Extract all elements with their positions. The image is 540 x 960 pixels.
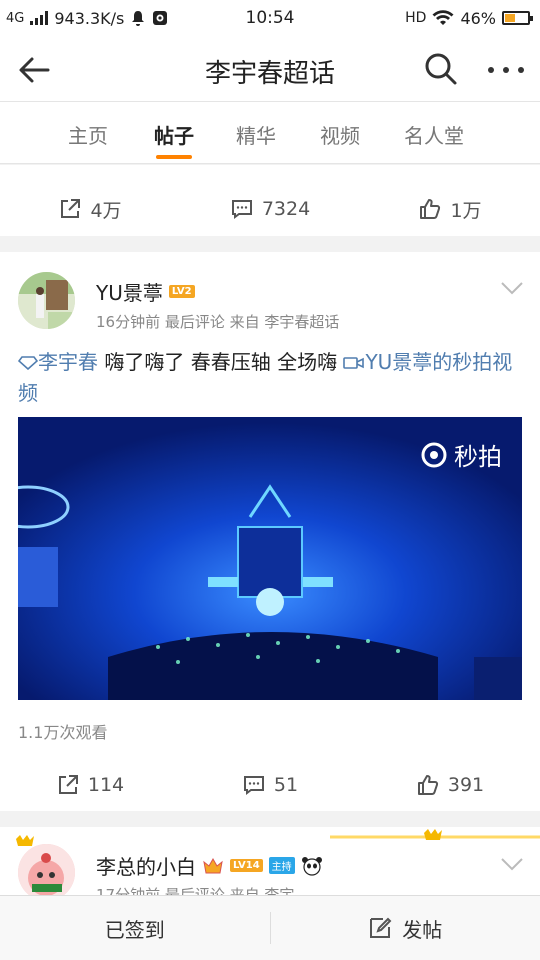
watermark-text: 秒拍 <box>454 443 502 471</box>
network-type: 4G <box>6 10 25 26</box>
battery-percent: 46% <box>460 8 496 28</box>
checked-in-button[interactable]: 已签到 <box>0 896 270 960</box>
repost-button[interactable]: 4万 <box>0 181 180 237</box>
comment-icon <box>231 200 252 219</box>
app-notification-icon <box>153 11 168 25</box>
like-count: 1万 <box>450 199 482 222</box>
video-camera-icon <box>343 357 365 369</box>
checked-in-label: 已签到 <box>104 917 165 942</box>
post-meta: 16分钟前 最后评论 来自 李宇春超话 <box>96 313 340 331</box>
author-name-row: YU景葶 LV2 <box>96 277 195 306</box>
level-badge: LV14 <box>230 859 263 872</box>
view-count: 1.1万次观看 <box>18 723 108 742</box>
comment-icon <box>243 776 264 795</box>
notification-bell-icon <box>132 11 145 26</box>
tab-posts[interactable]: 帖子 <box>154 120 194 149</box>
prev-post-card: 4万 7324 1万 <box>0 165 540 236</box>
thumbs-up-icon <box>417 775 438 795</box>
avatar[interactable] <box>18 272 75 329</box>
level-badge: LV2 <box>168 285 195 298</box>
wifi-icon <box>432 10 454 25</box>
like-button[interactable]: 1万 <box>360 181 540 237</box>
thumbs-up-icon <box>420 199 441 219</box>
hd-indicator: HD <box>405 10 427 26</box>
host-badge: 主持 <box>268 857 295 874</box>
like-count: 391 <box>447 774 485 796</box>
active-tab-indicator <box>156 155 192 159</box>
diamond-icon <box>17 356 39 371</box>
video-player[interactable]: 秒拍 <box>18 417 522 700</box>
repost-count: 4万 <box>90 199 122 222</box>
edit-icon <box>370 917 392 938</box>
topic-mention-link[interactable]: 李宇春 <box>17 350 98 374</box>
status-bar: 4G 943.3K/s 10:54 HD 46% <box>0 0 540 36</box>
page-title: 李宇春超话 <box>204 59 335 89</box>
status-right: HD 46% <box>405 8 533 28</box>
network-speed: 943.3K/s <box>54 8 125 28</box>
tab-featured[interactable]: 精华 <box>236 120 276 149</box>
arrow-left-icon[interactable] <box>16 52 52 88</box>
comment-count: 7324 <box>261 198 311 220</box>
tab-home[interactable]: 主页 <box>68 120 108 149</box>
compose-post-label: 发帖 <box>402 917 443 942</box>
comment-button[interactable]: 7324 <box>180 181 360 237</box>
author-name[interactable]: YU景葶 <box>96 277 163 306</box>
search-icon[interactable] <box>424 52 458 86</box>
panda-icon <box>301 856 322 876</box>
video-watermark: 秒拍 <box>420 437 502 472</box>
tab-videos[interactable]: 视频 <box>320 120 360 149</box>
tab-bar: 主页 帖子 精华 视频 名人堂 <box>0 102 540 164</box>
comment-count: 51 <box>273 774 299 796</box>
chevron-down-icon[interactable] <box>500 280 524 296</box>
status-left: 4G 943.3K/s <box>6 9 168 28</box>
nav-bar: 李宇春超话 <box>0 36 540 102</box>
post-body-text: 嗨了嗨了 春春压轴 全场嗨 <box>98 350 344 374</box>
mention-text: 李宇春 <box>38 350 98 374</box>
prev-post-actions: 4万 7324 1万 <box>0 181 540 237</box>
more-dots-icon[interactable] <box>486 60 526 80</box>
share-icon <box>61 199 81 218</box>
signal-icon <box>30 11 49 25</box>
repost-button[interactable]: 114 <box>0 757 180 813</box>
avatar[interactable] <box>18 844 75 901</box>
bottom-bar: 已签到 发帖 <box>0 895 540 960</box>
post-text: 李宇春 嗨了嗨了 春春压轴 全场嗨 YU景葶的秒拍视频 <box>17 347 522 409</box>
author-name[interactable]: 李总的小白 <box>96 851 196 880</box>
post-actions: 114 51 391 <box>0 757 540 813</box>
miaopai-logo-icon <box>421 442 447 467</box>
compose-post-button[interactable]: 发帖 <box>271 896 540 960</box>
crown-badge-icon <box>203 857 223 873</box>
tab-hall-of-fame[interactable]: 名人堂 <box>404 120 464 149</box>
author-name-row: 李总的小白 LV14 主持 <box>96 851 323 880</box>
chevron-down-icon[interactable] <box>500 856 524 872</box>
share-icon <box>58 775 78 794</box>
like-button[interactable]: 391 <box>360 757 540 813</box>
comment-button[interactable]: 51 <box>180 757 360 813</box>
repost-count: 114 <box>87 774 125 796</box>
battery-icon <box>502 11 533 25</box>
